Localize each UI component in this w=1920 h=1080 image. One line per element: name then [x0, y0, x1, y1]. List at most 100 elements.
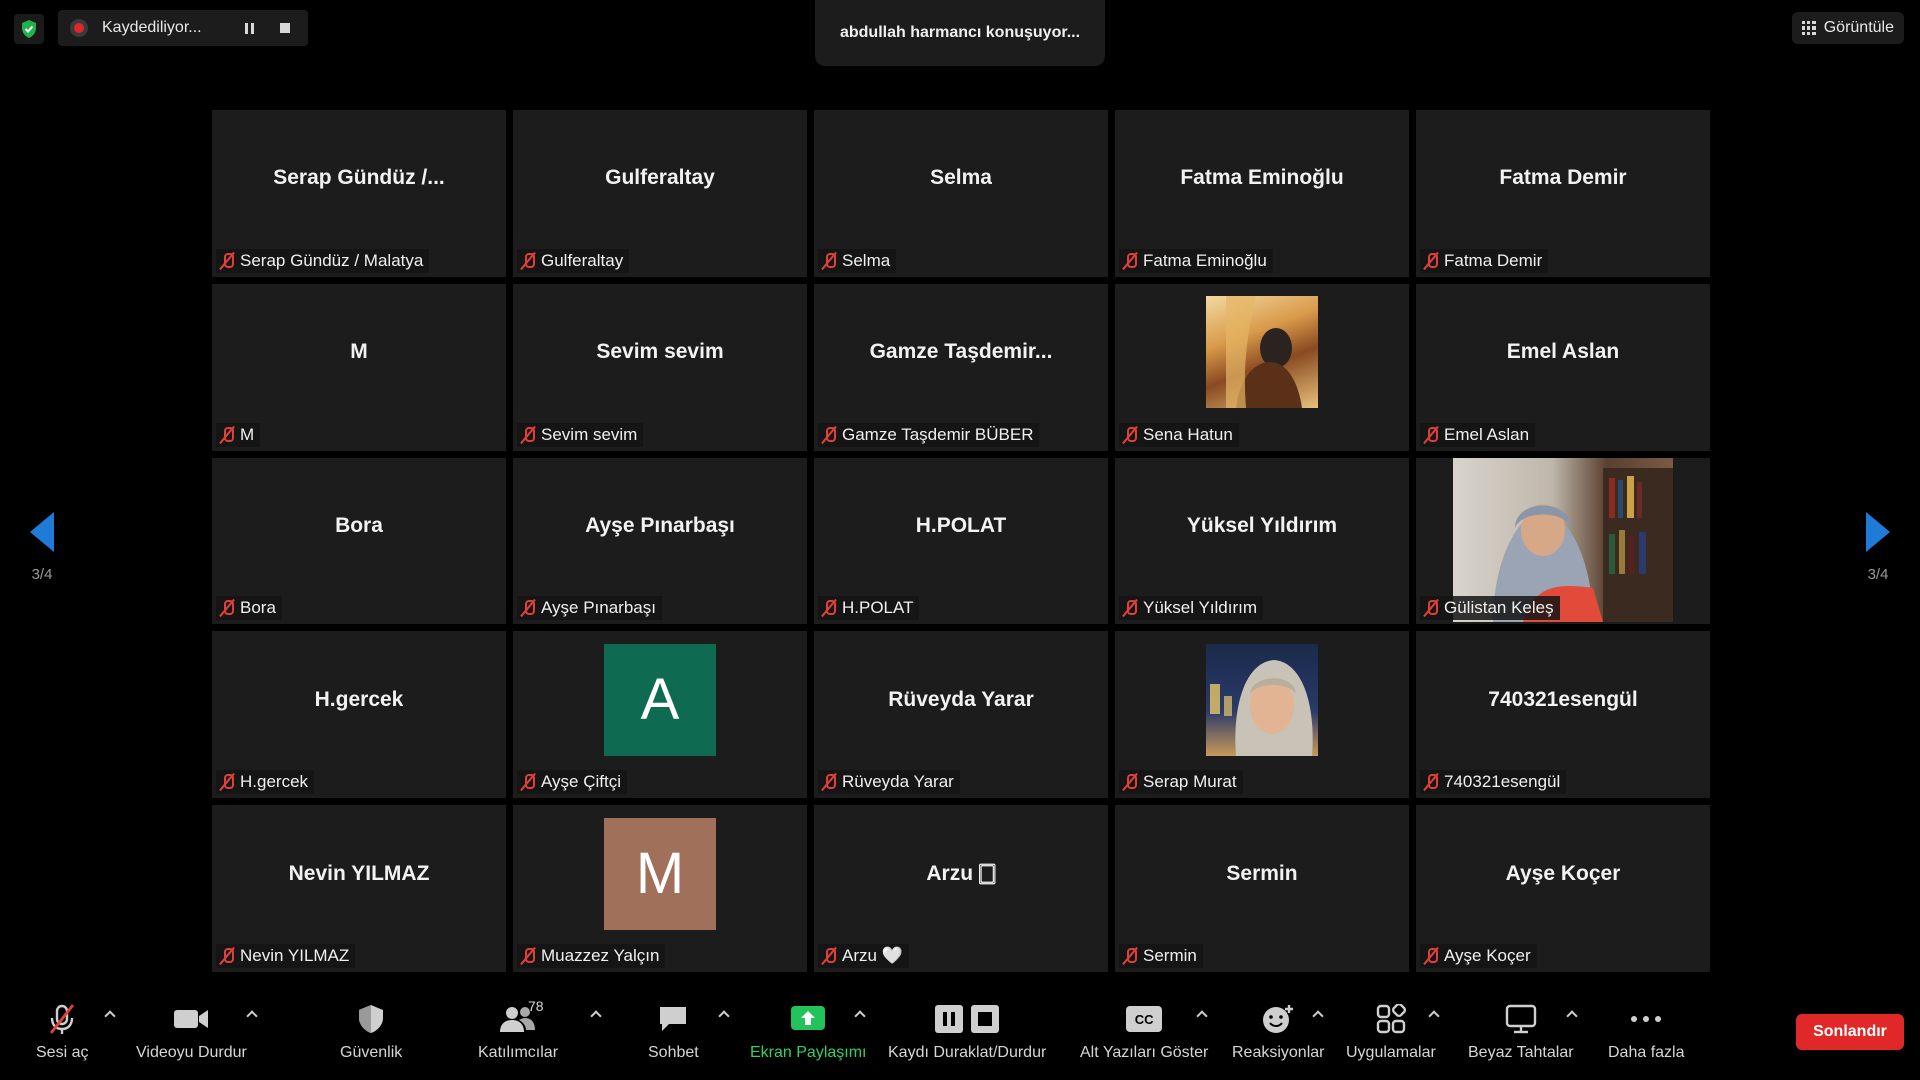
- unmute-label: Sesi aç: [36, 1044, 89, 1061]
- participant-name: Serap Gündüz / Malatya: [240, 250, 424, 270]
- participant-gallery: Serap Gündüz /... Serap Gündüz / Malatya…: [212, 110, 1710, 972]
- participant-tile[interactable]: Selma Selma: [814, 110, 1108, 277]
- security-shield-icon[interactable]: [14, 14, 44, 44]
- pause-stop-icon: [934, 1002, 1000, 1036]
- participant-name-tag: Ayşe Pınarbaşı: [517, 596, 662, 621]
- recording-dot-icon: [70, 19, 88, 37]
- whiteboards-button[interactable]: Beyaz Tahtalar: [1468, 1002, 1574, 1062]
- participant-tile[interactable]: M M: [212, 283, 506, 451]
- previous-page-button[interactable]: 3/4: [12, 512, 72, 583]
- participant-tile[interactable]: Yüksel Yıldırım Yüksel Yıldırım: [1115, 457, 1409, 625]
- participant-tile[interactable]: Sena Hatun: [1115, 283, 1409, 451]
- reactions-button[interactable]: Reaksiyonlar: [1232, 1002, 1324, 1062]
- stop-video-button[interactable]: Videoyu Durdur: [136, 1002, 247, 1062]
- mic-muted-icon: [521, 426, 535, 444]
- more-button[interactable]: Daha fazla: [1608, 1002, 1685, 1062]
- chat-button[interactable]: Sohbet: [648, 1002, 699, 1062]
- participant-name: H.POLAT: [842, 598, 914, 618]
- participant-tile[interactable]: H.POLAT H.POLAT: [814, 457, 1108, 625]
- chat-label: Sohbet: [648, 1044, 699, 1061]
- participant-tile[interactable]: Bora Bora: [212, 457, 506, 625]
- participant-tile[interactable]: Fatma Demir Fatma Demir: [1416, 110, 1710, 277]
- participant-name-tag: 740321esengül: [1420, 770, 1567, 795]
- mic-muted-icon: [822, 252, 836, 270]
- participant-name-tag: Bora: [216, 596, 282, 621]
- participant-tile[interactable]: Rüveyda Yarar Rüveyda Yarar: [814, 631, 1108, 799]
- mic-muted-icon: [220, 426, 234, 444]
- chat-bubble-icon: [657, 1002, 689, 1036]
- active-speaker-banner: abdullah harmancı konuşuyor...: [815, 0, 1105, 66]
- participant-display-name: Ayşe Pınarbaşı: [585, 513, 735, 537]
- participant-tile[interactable]: Serap Gündüz /... Serap Gündüz / Malatya: [212, 110, 506, 277]
- view-button[interactable]: Görüntüle: [1791, 12, 1904, 44]
- participant-tile[interactable]: Sermin Sermin: [1115, 805, 1409, 972]
- security-button[interactable]: Güvenlik: [340, 1002, 402, 1062]
- participant-tile[interactable]: 740321esengül 740321esengül: [1416, 631, 1710, 799]
- participant-tile[interactable]: Ayşe Pınarbaşı Ayşe Pınarbaşı: [513, 457, 807, 625]
- chat-options-caret[interactable]: [718, 1008, 730, 1020]
- mic-muted-icon: [822, 947, 836, 965]
- participants-button[interactable]: 78 Katılımcılar: [478, 998, 558, 1062]
- captions-button[interactable]: CC Alt Yazıları Göster: [1080, 1002, 1208, 1062]
- participant-tile[interactable]: Nevin YILMAZ Nevin YILMAZ: [212, 805, 506, 972]
- captions-label: Alt Yazıları Göster: [1080, 1044, 1209, 1061]
- pause-stop-recording-button[interactable]: Kaydı Duraklat/Durdur: [888, 1002, 1046, 1062]
- audio-options-caret[interactable]: [104, 1008, 116, 1020]
- participant-tile[interactable]: Gulferaltay Gulferaltay: [513, 110, 807, 277]
- mic-muted-icon: [220, 947, 234, 965]
- participant-tile[interactable]: A Ayşe Çiftçi: [513, 631, 807, 799]
- participant-tile[interactable]: Gamze Taşdemir... Gamze Taşdemir BÜBER: [814, 283, 1108, 451]
- apps-options-caret[interactable]: [1428, 1008, 1440, 1020]
- participant-tile[interactable]: Gülistan Keleş: [1416, 457, 1710, 625]
- participant-name-tag: Gülistan Keleş: [1420, 596, 1560, 621]
- participants-options-caret[interactable]: [590, 1008, 602, 1020]
- participant-display-name: 740321esengül: [1488, 687, 1638, 711]
- more-label: Daha fazla: [1608, 1044, 1685, 1061]
- stop-recording-button[interactable]: [274, 17, 296, 39]
- participant-display-name: Rüveyda Yarar: [888, 687, 1034, 711]
- mic-muted-icon: [45, 1002, 79, 1036]
- participant-name: Nevin YILMAZ: [240, 946, 350, 965]
- participant-name-tag: Emel Aslan: [1420, 422, 1536, 447]
- mic-muted-icon: [1424, 773, 1438, 791]
- whiteboards-options-caret[interactable]: [1566, 1008, 1578, 1020]
- reactions-options-caret[interactable]: [1312, 1008, 1324, 1020]
- participant-display-name: Sevim sevim: [596, 340, 724, 364]
- pause-recording-button[interactable]: [238, 17, 260, 39]
- participant-name: H.gercek: [240, 772, 309, 792]
- unmute-button[interactable]: Sesi aç: [36, 1002, 88, 1062]
- participant-profile-photo: [1206, 296, 1318, 409]
- participant-tile[interactable]: Serap Murat: [1115, 631, 1409, 799]
- captions-options-caret[interactable]: [1196, 1008, 1208, 1020]
- participant-display-name: H.POLAT: [915, 513, 1007, 537]
- share-screen-button[interactable]: Ekran Paylaşımı: [750, 1002, 866, 1062]
- participant-display-name: H.gercek: [314, 687, 404, 711]
- participant-name: Arzu 🤍: [842, 946, 903, 965]
- whiteboard-icon: [1505, 1002, 1537, 1036]
- participant-tile[interactable]: Ayşe Koçer Ayşe Koçer: [1416, 805, 1710, 972]
- captions-icon: CC: [1126, 1002, 1163, 1036]
- stop-icon: [280, 23, 290, 33]
- end-meeting-button[interactable]: Sonlandır: [1796, 1014, 1904, 1050]
- participant-tile[interactable]: Fatma Eminoğlu Fatma Eminoğlu: [1115, 110, 1409, 277]
- participant-tile[interactable]: H.gercek H.gercek: [212, 631, 506, 799]
- view-label: Görüntüle: [1823, 19, 1894, 36]
- mic-muted-icon: [1123, 599, 1137, 617]
- next-page-button[interactable]: 3/4: [1848, 512, 1908, 583]
- video-options-caret[interactable]: [246, 1008, 258, 1020]
- meeting-toolbar: Sesi aç Videoyu Durdur Güvenlik 78 Katıl…: [0, 992, 1920, 1080]
- participant-name-tag: Fatma Eminoğlu: [1119, 248, 1273, 273]
- share-options-caret[interactable]: [854, 1008, 866, 1020]
- participant-display-name: Bora: [335, 513, 383, 537]
- stop-video-label: Videoyu Durdur: [136, 1044, 247, 1061]
- participant-name: Fatma Demir: [1444, 250, 1543, 270]
- participant-name-tag: Gulferaltay: [517, 248, 630, 273]
- participant-name: 740321esengül: [1444, 772, 1561, 792]
- participant-tile[interactable]: Emel Aslan Emel Aslan: [1416, 283, 1710, 451]
- participant-tile[interactable]: M Muazzez Yalçın: [513, 805, 807, 972]
- participant-tile[interactable]: Arzu 🀆 Arzu 🤍: [814, 805, 1108, 972]
- apps-button[interactable]: Uygulamalar: [1346, 1002, 1436, 1062]
- mic-muted-icon: [521, 599, 535, 617]
- participant-tile[interactable]: Sevim sevim Sevim sevim: [513, 283, 807, 451]
- participant-name: Sevim sevim: [541, 424, 638, 444]
